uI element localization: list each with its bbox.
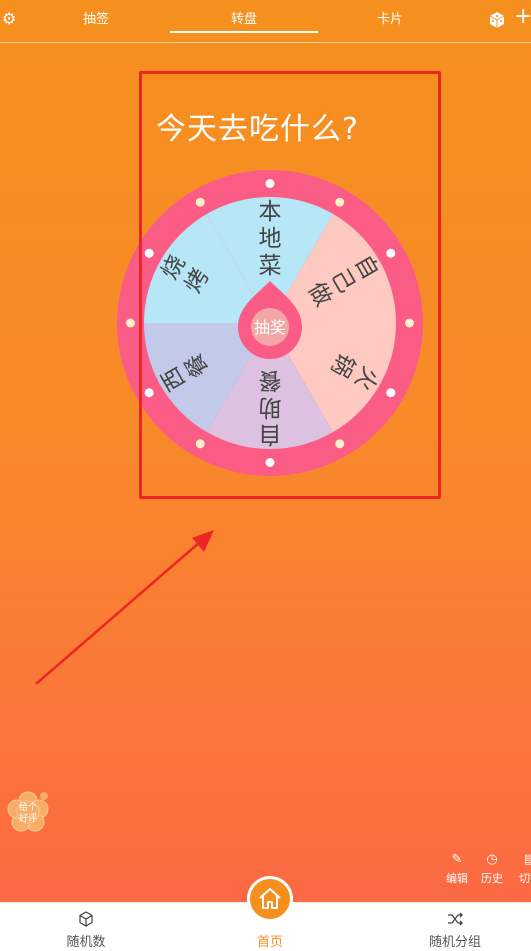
top-tab-bar: ⚙ 抽签 转盘 卡片 + <box>0 0 531 43</box>
clock-icon: ◷ <box>486 852 498 867</box>
history-button[interactable]: ◷ 历史 <box>476 852 508 892</box>
nav-home[interactable]: 首页 <box>230 931 310 950</box>
rate-badge[interactable]: 给个 好评 <box>6 790 50 834</box>
pencil-icon: ✎ <box>451 852 463 867</box>
highlight-box <box>139 71 441 499</box>
edit-button[interactable]: ✎ 编辑 <box>441 852 473 892</box>
switch-button[interactable]: ▤ 切换 <box>512 852 531 892</box>
home-button[interactable] <box>247 876 293 922</box>
tab-cards[interactable]: 卡片 <box>330 8 450 27</box>
tab-wheel[interactable]: 转盘 <box>184 8 304 27</box>
ring-light <box>126 318 135 328</box>
cube-icon <box>79 911 93 927</box>
annotation-arrow <box>35 530 214 685</box>
switch-icon: ▤ <box>523 852 531 867</box>
shuffle-icon <box>448 912 463 926</box>
gear-icon[interactable]: ⚙ <box>2 11 18 27</box>
tab-draw-lots[interactable]: 抽签 <box>36 8 156 27</box>
active-tab-indicator <box>170 31 318 33</box>
plus-icon[interactable]: + <box>514 6 531 28</box>
nav-random-number[interactable]: 随机数 <box>46 931 126 950</box>
rate-badge-line-1: 给个 <box>19 801 37 813</box>
dice-icon[interactable] <box>488 11 506 29</box>
nav-random-group[interactable]: 随机分组 <box>415 931 495 950</box>
home-icon <box>259 888 281 909</box>
rate-badge-line-2: 好评 <box>19 812 37 824</box>
